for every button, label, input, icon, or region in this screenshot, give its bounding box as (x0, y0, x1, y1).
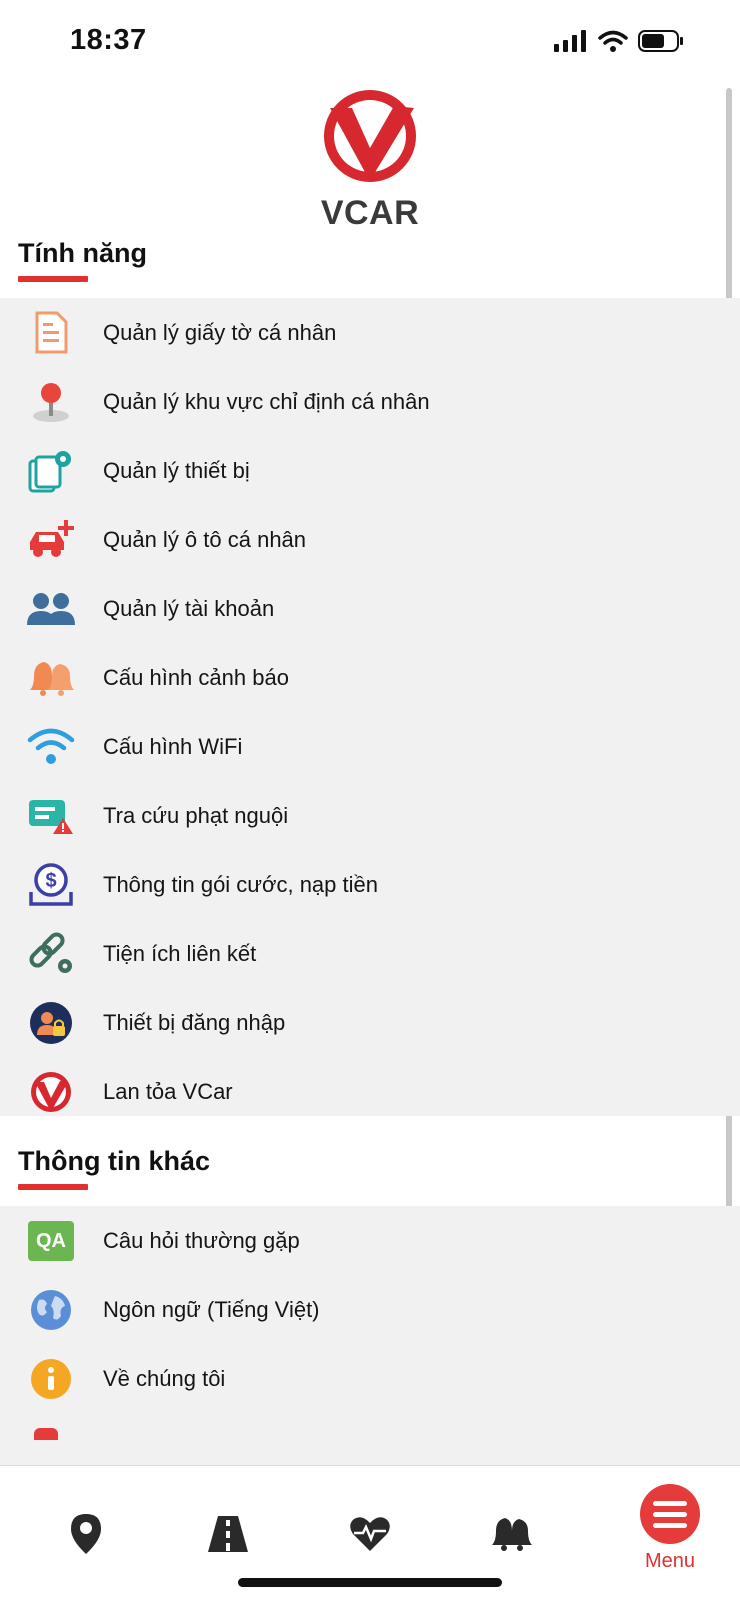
home-indicator (238, 1578, 502, 1587)
menu-label: Quản lý ô tô cá nhân (103, 526, 307, 552)
status-icons (554, 30, 684, 52)
menu-item-accounts[interactable]: Quản lý tài khoản (0, 574, 740, 643)
menu-item-documents[interactable]: Quản lý giấy tờ cá nhân (0, 298, 740, 367)
menu-label: Quản lý thiết bị (103, 457, 250, 483)
vcar-logo-icon (26, 1069, 76, 1115)
menu-item-cars[interactable]: Quản lý ô tô cá nhân (0, 505, 740, 574)
status-bar: 18:37 (0, 0, 740, 84)
info-icon (26, 1356, 76, 1402)
qa-icon: QA (26, 1218, 76, 1264)
document-icon (26, 310, 76, 356)
section-underline (18, 1184, 88, 1190)
menu-item-login-devices[interactable]: Thiết bị đăng nhập (0, 988, 740, 1057)
menu-label: Lan tỏa VCar (103, 1078, 233, 1104)
menu-button[interactable] (640, 1484, 700, 1544)
menu-label: Tra cứu phạt nguội (103, 802, 289, 828)
menu-item-payment[interactable]: $ Thông tin gói cước, nạp tiền (0, 850, 740, 919)
menu-label: Thiết bị đăng nhập (103, 1009, 286, 1035)
menu-item-faq[interactable]: QA Câu hỏi thường gặp (0, 1206, 740, 1275)
menu-item-wifi[interactable]: Cấu hình WiFi (0, 712, 740, 781)
users-icon (26, 586, 76, 632)
menu-item-devices[interactable]: Quản lý thiết bị (0, 436, 740, 505)
menu-label: Quản lý khu vực chỉ định cá nhân (103, 388, 430, 414)
menu-item-integrations[interactable]: Tiện ích liên kết (0, 919, 740, 988)
menu-item-zones[interactable]: Quản lý khu vực chỉ định cá nhân (0, 367, 740, 436)
menu-button-label: Menu (644, 1550, 696, 1572)
logo-text: VCAR (320, 194, 420, 232)
section-underline (18, 276, 88, 282)
qa-badge: QA (28, 1221, 74, 1261)
wifi-icon (26, 724, 76, 770)
menu-label: Ngôn ngữ (Tiếng Việt) (103, 1296, 320, 1322)
menu-item-share-vcar[interactable]: Lan tỏa VCar (0, 1057, 740, 1126)
menu-label: Quản lý tài khoản (103, 595, 275, 621)
nav-health[interactable] (340, 1504, 400, 1564)
menu-icon (653, 1500, 687, 1506)
other-info-list: QA Câu hỏi thường gặp Ngôn ngữ (Tiếng Vi… (0, 1206, 740, 1465)
menu-label: Cấu hình WiFi (103, 733, 243, 759)
road-icon (208, 1516, 248, 1552)
menu-item-about[interactable]: Về chúng tôi (0, 1344, 740, 1413)
map-pin-icon (26, 379, 76, 425)
fine-lookup-icon (26, 793, 76, 839)
menu-label: Tiện ích liên kết (103, 940, 257, 966)
globe-icon (26, 1287, 76, 1333)
menu-label: Thông tin gói cước, nạp tiền (103, 871, 378, 897)
menu-label: Cấu hình cảnh báo (103, 664, 289, 690)
signal-icon (554, 30, 586, 52)
battery-icon (638, 30, 683, 52)
status-time: 18:37 (70, 24, 147, 56)
payment-icon: $ (26, 862, 76, 908)
nav-alerts[interactable] (482, 1504, 542, 1564)
menu-label: Quản lý giấy tờ cá nhân (103, 319, 337, 345)
menu-label: Câu hỏi thường gặp (103, 1227, 300, 1253)
car-add-icon (26, 517, 76, 563)
app-logo: VCAR (310, 86, 430, 232)
menu-item-alerts[interactable]: Cấu hình cảnh báo (0, 643, 740, 712)
wifi-status-icon (598, 30, 628, 52)
login-device-icon (26, 1000, 76, 1046)
nav-road[interactable] (198, 1504, 258, 1564)
alert-bells-icon (26, 655, 76, 701)
location-pin-icon (71, 1514, 101, 1554)
partial-item-icon (34, 1428, 64, 1440)
link-settings-icon (26, 931, 76, 977)
nav-location[interactable] (56, 1504, 116, 1564)
menu-item-language[interactable]: Ngôn ngữ (Tiếng Việt) (0, 1275, 740, 1344)
section-title-features: Tính năng (18, 238, 147, 268)
section-title-other: Thông tin khác (18, 1146, 210, 1176)
svg-text:$: $ (45, 870, 56, 892)
device-settings-icon (26, 448, 76, 494)
bells-icon (492, 1518, 532, 1551)
vcar-logo-icon (324, 90, 416, 182)
heartbeat-icon (350, 1517, 390, 1551)
menu-item-fines[interactable]: Tra cứu phạt nguội (0, 781, 740, 850)
menu-label: Về chúng tôi (103, 1365, 226, 1391)
features-list: Quản lý giấy tờ cá nhân Quản lý khu vực … (0, 298, 740, 1116)
